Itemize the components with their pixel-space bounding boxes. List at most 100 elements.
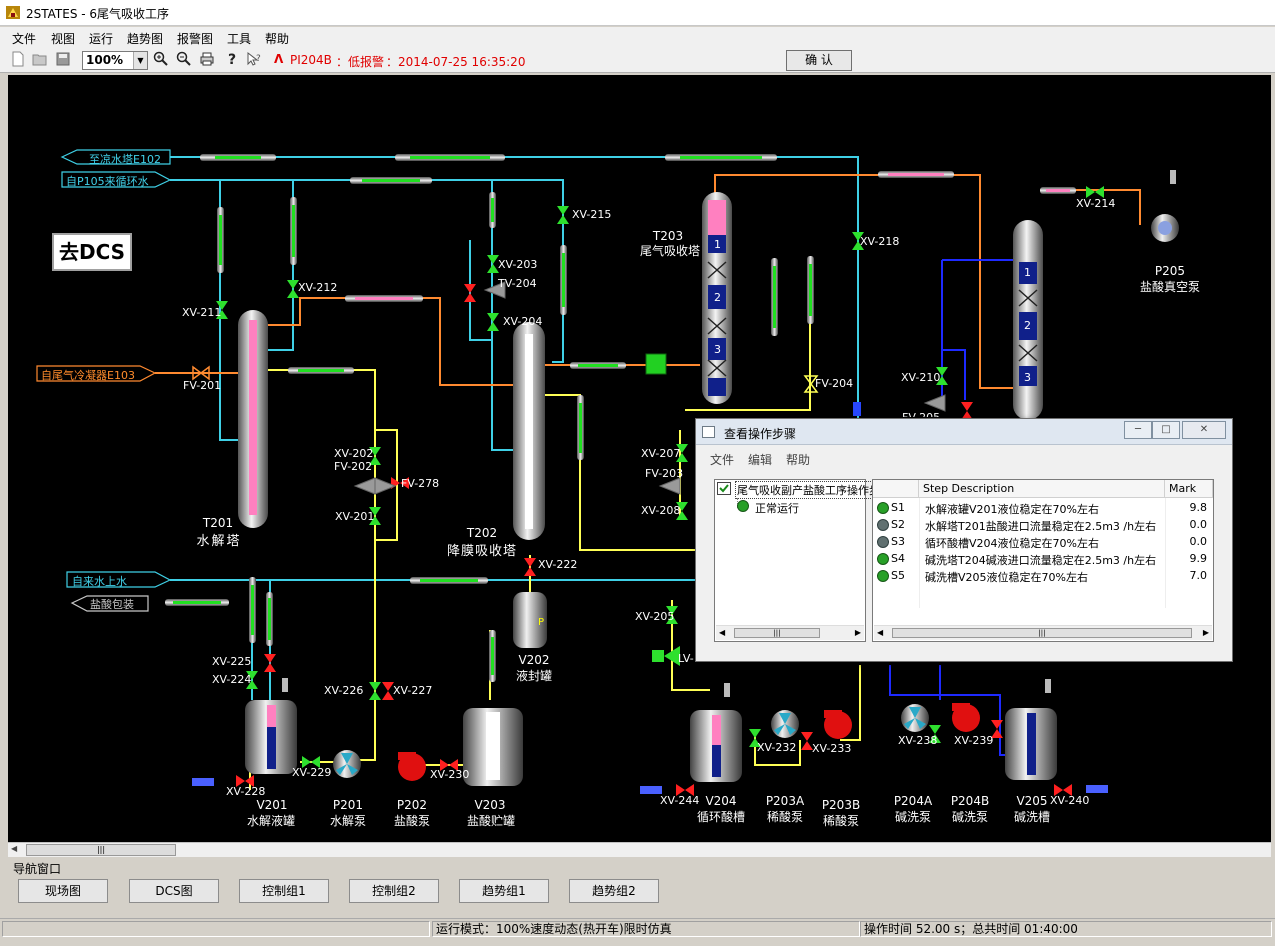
valve-xv224-label[interactable]: XV-224	[212, 673, 251, 686]
menu-file[interactable]: 文件	[12, 30, 36, 47]
valve-fv278-label[interactable]: FV-278	[401, 477, 439, 490]
nav-dcs-button[interactable]: DCS图	[129, 879, 219, 903]
maximize-button[interactable]: □	[1152, 421, 1180, 439]
valve-fv202-label[interactable]: FV-202	[334, 460, 372, 473]
context-help-icon[interactable]: ?	[246, 51, 262, 67]
valve-xv215-label[interactable]: XV-215	[572, 208, 611, 221]
valve-xv212-label[interactable]: XV-212	[298, 281, 337, 294]
valve-xv229-label[interactable]: XV-229	[292, 766, 331, 779]
valve-xv204-label[interactable]: XV-204	[503, 315, 542, 328]
list-item[interactable]: S1 水解液罐V201液位稳定在70%左右 9.8	[873, 500, 1213, 517]
col-header-mark[interactable]: Mark	[1165, 480, 1213, 498]
valve-xv239-label[interactable]: XV-239	[954, 734, 993, 747]
valve-fv203-label[interactable]: FV-203	[645, 467, 683, 480]
valve-xv225-label[interactable]: XV-225	[212, 655, 251, 668]
valve-xv205-label[interactable]: XV-205	[635, 610, 674, 623]
pump-p203b	[824, 710, 852, 739]
valve-xv222-label[interactable]: XV-222	[538, 558, 577, 571]
tree-hscrollbar[interactable]: ◀ ||| ▶	[716, 625, 864, 640]
list-item[interactable]: S5 碱洗槽V205液位稳定在70%左右 7.0	[873, 568, 1213, 585]
valve-lv-label[interactable]: LV-	[678, 652, 694, 665]
pump-p204a	[901, 704, 929, 732]
zoom-select[interactable]: 100% ▼	[82, 51, 148, 70]
col-header-description[interactable]: Step Description	[919, 480, 1165, 498]
save-icon[interactable]	[55, 51, 71, 67]
tree-root[interactable]: 尾气吸收副产盐酸工序操作步骤	[735, 481, 893, 499]
new-icon[interactable]	[10, 51, 26, 67]
close-button[interactable]: ✕	[1182, 421, 1226, 439]
label-v201-name: 水解液罐	[246, 814, 295, 828]
scroll-left-icon[interactable]: ◀	[11, 844, 17, 853]
nav-trend-group-2-button[interactable]: 趋势组2	[569, 879, 659, 903]
dialog-menu-edit[interactable]: 编辑	[748, 451, 772, 468]
valve-xv208-label[interactable]: XV-208	[641, 504, 680, 517]
tree-child[interactable]: 正常运行	[755, 500, 799, 516]
label-p204a-name: 碱洗泵	[894, 810, 931, 824]
label-v203-name: 盐酸贮罐	[466, 814, 515, 828]
list-item[interactable]: S3 循环酸槽V204液位稳定在70%左右 0.0	[873, 534, 1213, 551]
step-ok-icon	[877, 502, 889, 514]
dialog-menu-help[interactable]: 帮助	[786, 451, 810, 468]
scroll-left-icon: ◀	[719, 628, 726, 637]
menu-bar: 文件 视图 运行 趋势图 报警图 工具 帮助	[0, 27, 1275, 47]
dialog-menu-file[interactable]: 文件	[710, 451, 734, 468]
valve-xv207-label[interactable]: XV-207	[641, 447, 680, 460]
valve-xv233-label[interactable]: XV-233	[812, 742, 851, 755]
navigation-window: 导航窗口 现场图 DCS图 控制组1 控制组2 趋势组1 趋势组2	[8, 858, 1271, 918]
valve-xv238-label[interactable]: XV-238	[898, 734, 937, 747]
valve-xv227-label[interactable]: XV-227	[393, 684, 432, 697]
nav-field-button[interactable]: 现场图	[18, 879, 108, 903]
menu-alarm[interactable]: 报警图	[177, 30, 213, 47]
valve-xv211-label[interactable]: XV-211	[182, 306, 221, 319]
valve-xv202-label[interactable]: XV-202	[334, 447, 373, 460]
valve-xv214-label[interactable]: XV-214	[1076, 197, 1115, 210]
menu-tools[interactable]: 工具	[227, 30, 251, 47]
checkbox-icon[interactable]	[717, 482, 731, 495]
open-icon[interactable]	[32, 51, 48, 67]
stream-tap-water: 自来水上水	[72, 575, 127, 588]
scroll-thumb[interactable]: |||	[26, 844, 176, 856]
print-icon[interactable]	[199, 51, 215, 67]
valve-xv232-label[interactable]: XV-232	[757, 741, 796, 754]
list-item[interactable]: S2 水解塔T201盐酸进口流量稳定在2.5m3 /h左右 0.0	[873, 517, 1213, 534]
zoom-in-icon[interactable]	[153, 51, 169, 67]
menu-help[interactable]: 帮助	[265, 30, 289, 47]
valve-xv230-label[interactable]: XV-230	[430, 768, 469, 781]
menu-trend[interactable]: 趋势图	[127, 30, 163, 47]
valve-xv226-label[interactable]: XV-226	[324, 684, 363, 697]
list-hscrollbar[interactable]: ◀ ||| ▶	[874, 625, 1212, 640]
list-item[interactable]: S4 碱洗塔T204碱液进口流量稳定在2.5m3 /h左右 9.9	[873, 551, 1213, 568]
valve-xv228-label[interactable]: XV-228	[226, 785, 265, 798]
valve-xv203-label[interactable]: XV-203	[498, 258, 537, 271]
valve-fv204-label[interactable]: FV-204	[815, 377, 853, 390]
menu-run[interactable]: 运行	[89, 30, 113, 47]
go-dcs-button[interactable]: 去DCS	[52, 233, 132, 271]
col-header-blank[interactable]	[873, 480, 919, 498]
valve-xv240-label[interactable]: XV-240	[1050, 794, 1089, 807]
zoom-out-icon[interactable]	[176, 51, 192, 67]
valve-xv201-label[interactable]: XV-201	[335, 510, 374, 523]
confirm-alarm-button[interactable]: 确 认	[786, 50, 852, 71]
label-p201-name: 水解泵	[329, 814, 366, 828]
valve-xv218-label[interactable]: XV-218	[860, 235, 899, 248]
t204-tray-2: 2	[1024, 319, 1031, 332]
valve-fv205-label[interactable]: FV-205	[902, 411, 940, 417]
help-icon[interactable]: ?	[224, 51, 240, 67]
nav-control-group-1-button[interactable]: 控制组1	[239, 879, 329, 903]
status-mode: 运行模式：100%速度动态(热开车)限时仿真	[432, 921, 860, 937]
label-p205-id: P205	[1154, 264, 1186, 278]
minimize-button[interactable]: ─	[1124, 421, 1152, 439]
canvas-hscrollbar[interactable]: ◀ |||	[8, 842, 1271, 857]
label-p202-id: P202	[396, 798, 428, 812]
valve-xv244-label[interactable]: XV-244	[660, 794, 699, 807]
nav-trend-group-1-button[interactable]: 趋势组1	[459, 879, 549, 903]
nav-control-group-2-button[interactable]: 控制组2	[349, 879, 439, 903]
label-p201-id: P201	[332, 798, 364, 812]
valve-fv201-label[interactable]: FV-201	[183, 379, 221, 392]
valve-tv204-label[interactable]: TV-204	[498, 277, 537, 290]
dialog-title-bar[interactable]: 查看操作步骤 ─ □ ✕	[696, 419, 1232, 445]
menu-view[interactable]: 视图	[51, 30, 75, 47]
label-v204-id: V204	[705, 794, 737, 808]
pump-p202	[398, 752, 426, 781]
valve-xv210-label[interactable]: XV-210	[901, 371, 940, 384]
